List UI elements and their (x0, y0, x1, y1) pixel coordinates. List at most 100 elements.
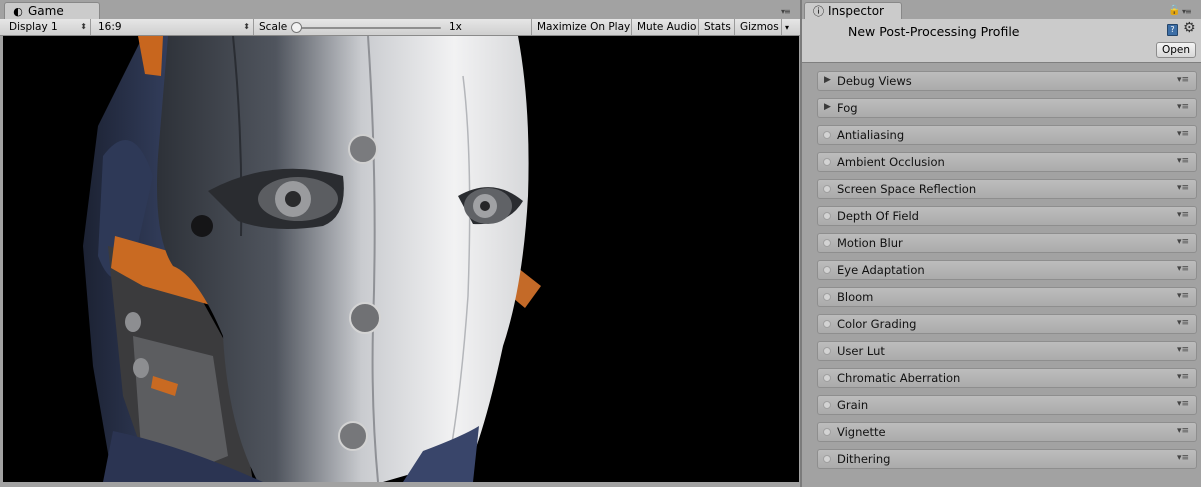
effect-label: Vignette (837, 425, 886, 439)
tab-menu-icon[interactable]: ▾≡ (781, 7, 791, 16)
gizmos-label: Gizmos (740, 21, 779, 33)
effect-row[interactable]: Dithering ▾≡ (817, 449, 1197, 469)
aspect-select[interactable]: 16:9 ⬍ (93, 19, 254, 35)
effect-label: Depth Of Field (837, 209, 919, 223)
scale-slider-thumb[interactable] (291, 22, 302, 33)
effect-menu-icon[interactable]: ▾≡ (1177, 264, 1189, 274)
effect-row[interactable]: Motion Blur ▾≡ (817, 233, 1197, 253)
effect-menu-icon[interactable]: ▾≡ (1177, 426, 1189, 436)
effect-row[interactable]: Ambient Occlusion ▾≡ (817, 152, 1197, 172)
effect-row[interactable]: ▶ Debug Views ▾≡ (817, 71, 1197, 91)
maximize-on-play-label: Maximize On Play (537, 21, 631, 33)
effect-menu-icon[interactable]: ▾≡ (1177, 345, 1189, 355)
tab-inspector[interactable]: ⓘ Inspector (804, 2, 902, 19)
game-tabstrip: ◐ Game ▾≡ (0, 0, 800, 19)
gizmos-toggle[interactable]: Gizmos (735, 19, 782, 35)
effect-menu-icon[interactable]: ▾≡ (1177, 183, 1189, 193)
mute-audio-label: Mute Audio (637, 21, 697, 33)
effect-menu-icon[interactable]: ▾≡ (1177, 453, 1189, 463)
inspector-header: New Post-Processing Profile ? ⚙ Open (802, 19, 1201, 63)
robot-head-render (3, 36, 799, 482)
game-toolbar: Display 1 ⬍ 16:9 ⬍ Scale 1x Maximize On … (0, 19, 800, 36)
lock-icon[interactable]: 🔒 (1168, 5, 1180, 16)
scale-slider-track[interactable] (299, 27, 441, 29)
effect-label: Ambient Occlusion (837, 155, 945, 169)
display-select[interactable]: Display 1 ⬍ (4, 19, 91, 35)
gear-icon[interactable]: ⚙ (1183, 20, 1196, 36)
toggle-dot-icon[interactable] (823, 239, 831, 247)
mute-audio-toggle[interactable]: Mute Audio (632, 19, 699, 35)
toggle-dot-icon[interactable] (823, 455, 831, 463)
inspector-window: ⓘ Inspector 🔒 ▾≡ New Post-Processing Pro… (802, 0, 1201, 487)
foldout-arrow-icon[interactable]: ▶ (824, 102, 831, 112)
toggle-dot-icon[interactable] (823, 185, 831, 193)
effect-menu-icon[interactable]: ▾≡ (1177, 372, 1189, 382)
help-book-icon[interactable]: ? (1167, 24, 1178, 36)
effect-label: Fog (837, 101, 858, 115)
maximize-on-play-toggle[interactable]: Maximize On Play (532, 19, 632, 35)
aspect-select-value: 16:9 (98, 21, 122, 33)
effect-label: Debug Views (837, 74, 912, 88)
effect-menu-icon[interactable]: ▾≡ (1177, 399, 1189, 409)
dropdown-arrow-icon: ▾ (785, 23, 790, 32)
effect-menu-icon[interactable]: ▾≡ (1177, 318, 1189, 328)
effect-label: Bloom (837, 290, 874, 304)
effect-row[interactable]: User Lut ▾≡ (817, 341, 1197, 361)
toggle-dot-icon[interactable] (823, 428, 831, 436)
effect-label: Motion Blur (837, 236, 903, 250)
tab-menu-icon[interactable]: ▾≡ (1182, 7, 1192, 16)
pacman-icon: ◐ (13, 4, 23, 18)
stats-label: Stats (704, 21, 731, 33)
effect-menu-icon[interactable]: ▾≡ (1177, 75, 1189, 85)
effect-row[interactable]: Screen Space Reflection ▾≡ (817, 179, 1197, 199)
effect-label: Color Grading (837, 317, 917, 331)
scale-label: Scale (259, 21, 288, 33)
effect-menu-icon[interactable]: ▾≡ (1177, 156, 1189, 166)
effect-menu-icon[interactable]: ▾≡ (1177, 237, 1189, 247)
open-button[interactable]: Open (1156, 42, 1196, 58)
updown-arrow-icon: ⬍ (80, 22, 87, 31)
toggle-dot-icon[interactable] (823, 347, 831, 355)
display-select-value: Display 1 (9, 21, 58, 33)
foldout-arrow-icon[interactable]: ▶ (824, 75, 831, 85)
game-window: ◐ Game ▾≡ Display 1 ⬍ 16:9 ⬍ Scale 1x Ma… (0, 0, 800, 487)
effect-label: Eye Adaptation (837, 263, 925, 277)
inspector-tabstrip: ⓘ Inspector 🔒 ▾≡ (802, 0, 1201, 19)
toggle-dot-icon[interactable] (823, 401, 831, 409)
game-viewport[interactable] (3, 36, 799, 482)
toggle-dot-icon[interactable] (823, 212, 831, 220)
profile-name: New Post-Processing Profile (848, 24, 1020, 39)
stats-toggle[interactable]: Stats (699, 19, 735, 35)
effect-menu-icon[interactable]: ▾≡ (1177, 129, 1189, 139)
tab-game[interactable]: ◐ Game (4, 2, 100, 19)
toggle-dot-icon[interactable] (823, 131, 831, 139)
tab-inspector-label: Inspector (828, 4, 884, 18)
effect-row[interactable]: ▶ Fog ▾≡ (817, 98, 1197, 118)
toggle-dot-icon[interactable] (823, 374, 831, 382)
effect-menu-icon[interactable]: ▾≡ (1177, 291, 1189, 301)
effect-label: User Lut (837, 344, 885, 358)
effect-row[interactable]: Vignette ▾≡ (817, 422, 1197, 442)
effect-label: Chromatic Aberration (837, 371, 961, 385)
effect-row[interactable]: Color Grading ▾≡ (817, 314, 1197, 334)
toggle-dot-icon[interactable] (823, 158, 831, 166)
gizmos-dropdown[interactable]: ▾ (782, 19, 796, 35)
info-icon: ⓘ (813, 5, 824, 18)
effect-row[interactable]: Bloom ▾≡ (817, 287, 1197, 307)
effect-row[interactable]: Chromatic Aberration ▾≡ (817, 368, 1197, 388)
effect-row[interactable]: Eye Adaptation ▾≡ (817, 260, 1197, 280)
effect-label: Screen Space Reflection (837, 182, 977, 196)
toggle-dot-icon[interactable] (823, 266, 831, 274)
effect-row[interactable]: Grain ▾≡ (817, 395, 1197, 415)
updown-arrow-icon: ⬍ (243, 22, 250, 31)
tab-game-label: Game (28, 4, 64, 18)
effect-menu-icon[interactable]: ▾≡ (1177, 102, 1189, 112)
effect-row[interactable]: Depth Of Field ▾≡ (817, 206, 1197, 226)
toggle-dot-icon[interactable] (823, 293, 831, 301)
toggle-dot-icon[interactable] (823, 320, 831, 328)
effect-label: Dithering (837, 452, 891, 466)
effect-label: Antialiasing (837, 128, 905, 142)
effect-label: Grain (837, 398, 869, 412)
effect-row[interactable]: Antialiasing ▾≡ (817, 125, 1197, 145)
effect-menu-icon[interactable]: ▾≡ (1177, 210, 1189, 220)
